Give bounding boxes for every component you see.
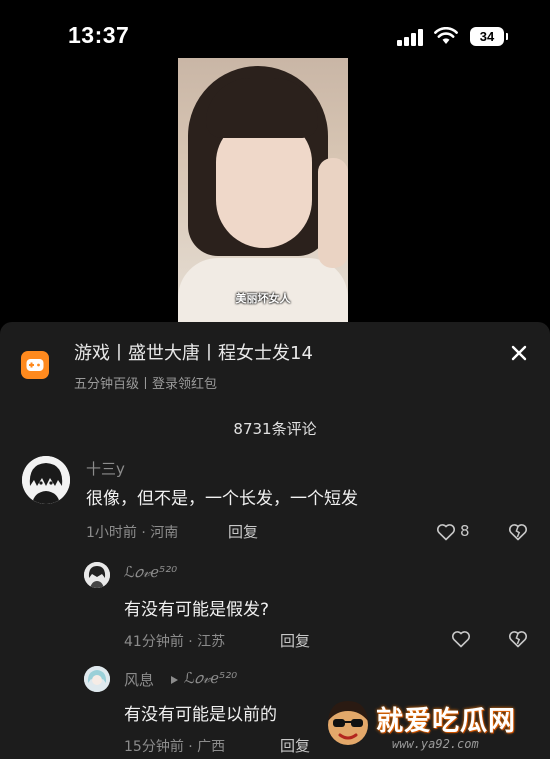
video-caption: 美丽坏女人 — [235, 292, 291, 305]
broken-heart-icon[interactable] — [508, 630, 528, 648]
play-arrow-icon — [171, 676, 178, 684]
avatar[interactable] — [84, 666, 110, 692]
broken-heart-icon[interactable] — [508, 523, 528, 541]
battery-indicator: 34 — [470, 27, 508, 46]
video-player[interactable]: 美丽坏女人 — [178, 58, 348, 322]
signal-icon — [397, 29, 425, 46]
game-ad-title[interactable]: 游戏丨盛世大唐丨程女士发14 — [74, 339, 313, 365]
reply-to-username[interactable]: ℒ𝑜𝓋ℯ⁵²⁰ — [184, 669, 237, 687]
comment-time-location: 41分钟前 · 江苏 — [124, 634, 226, 650]
avatar[interactable] — [84, 562, 110, 588]
comment-text: 很像，但不是，一个长发，一个短发 — [86, 489, 358, 509]
heart-icon[interactable] — [451, 630, 471, 648]
game-controller-icon[interactable] — [21, 351, 49, 379]
comment-text: 有没有可能是以前的 — [124, 705, 277, 725]
comment-username[interactable]: ℒ𝑜𝓋ℯ⁵²⁰ — [124, 563, 177, 581]
status-time: 13:37 — [68, 22, 130, 48]
mascot-icon — [328, 701, 368, 745]
watermark: 就爱吃瓜网 www.ya92.com — [322, 693, 550, 759]
reply-button[interactable]: 回复 — [228, 521, 258, 542]
close-icon[interactable] — [506, 340, 532, 366]
comment-time-location: 15分钟前 · 广西 — [124, 739, 226, 755]
comment-count: 8731条评论 — [233, 420, 317, 438]
comment-username[interactable]: 十三y — [86, 458, 125, 479]
comment-text: 有没有可能是假发? — [124, 600, 270, 620]
reply-button[interactable]: 回复 — [280, 630, 310, 651]
like-count: 8 — [460, 522, 470, 540]
watermark-text: 就爱吃瓜网 — [376, 706, 516, 737]
reply-button[interactable]: 回复 — [280, 735, 310, 756]
heart-icon[interactable] — [436, 523, 456, 541]
status-bar: 13:37 34 — [0, 0, 550, 60]
comment-username[interactable]: 风息 — [124, 669, 154, 690]
game-ad-subtitle[interactable]: 五分钟百级丨登录领红包 — [74, 373, 217, 392]
watermark-url: www.ya92.com — [392, 737, 479, 751]
wifi-icon — [434, 27, 458, 44]
comment-time-location: 1小时前 · 河南 — [86, 525, 179, 541]
avatar[interactable] — [22, 456, 70, 504]
